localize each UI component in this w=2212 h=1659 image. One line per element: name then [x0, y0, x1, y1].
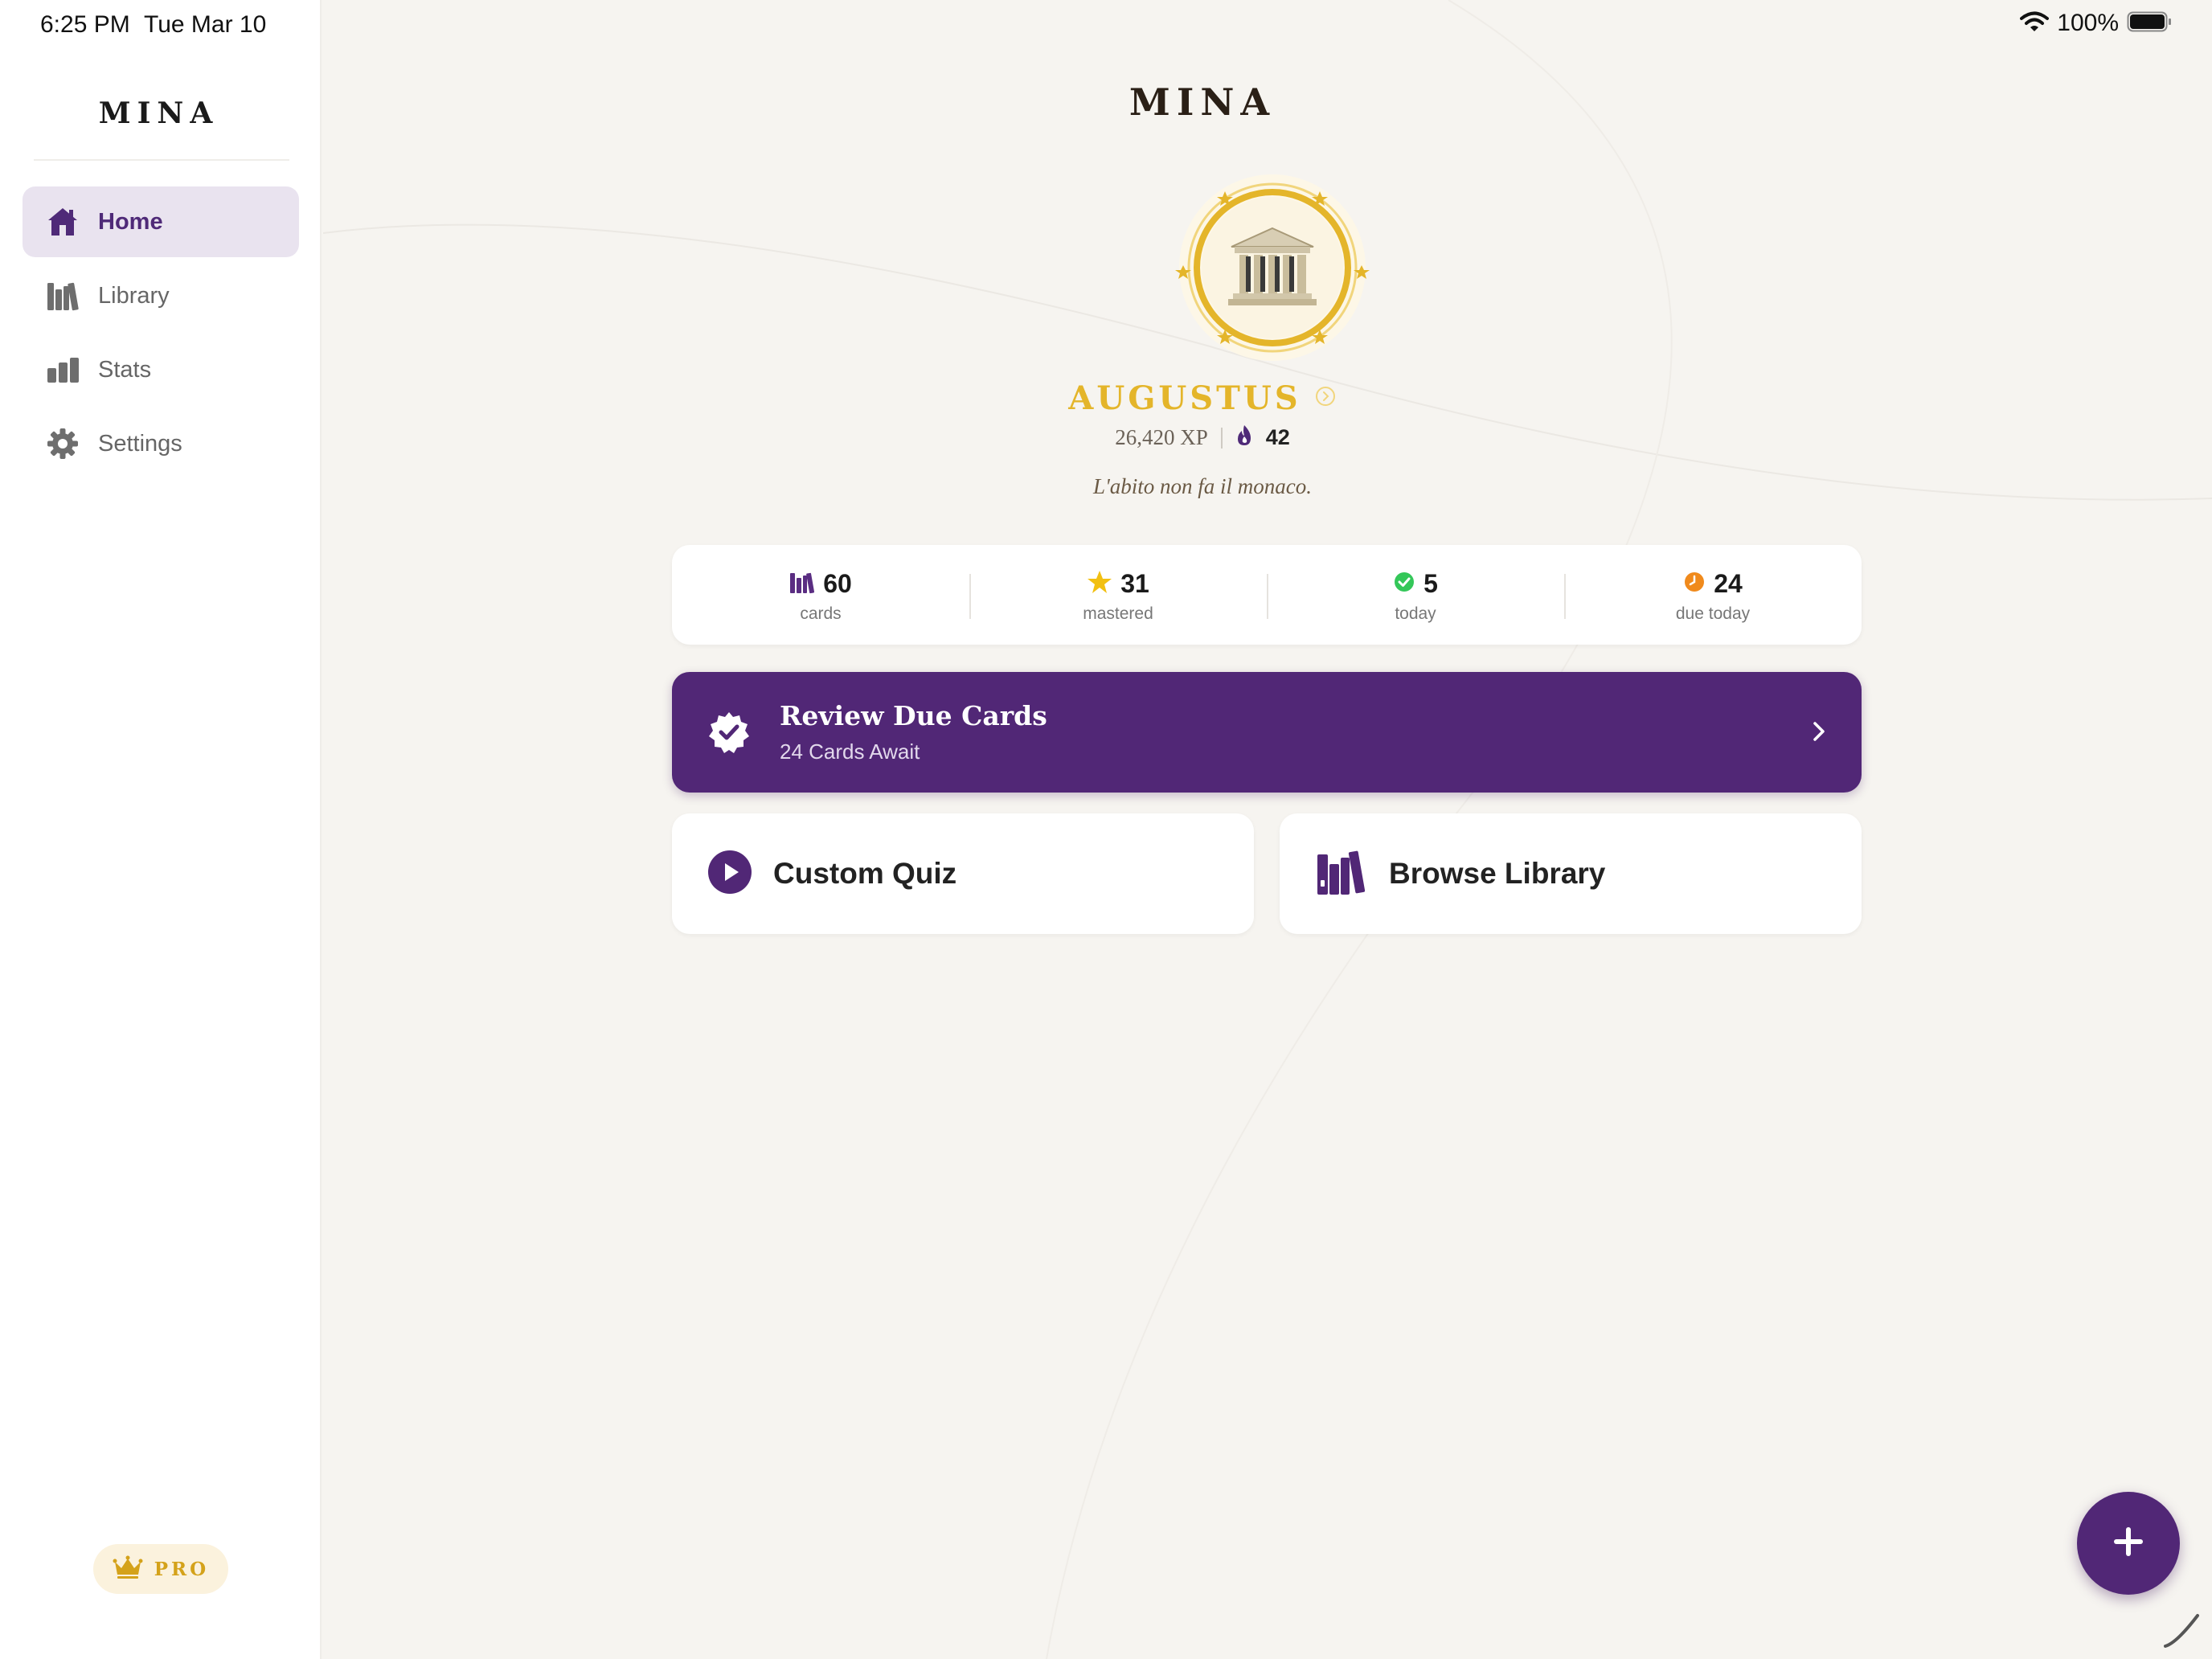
stat-mastered: 31 mastered: [969, 566, 1267, 624]
stat-value: 60: [823, 568, 852, 598]
rank-emblem[interactable]: [1175, 170, 1370, 365]
sidebar: MINA Home Library Stats Settings PRO: [0, 0, 322, 1659]
plus-icon: [2111, 1524, 2146, 1563]
stat-label: today: [1395, 604, 1436, 623]
add-button[interactable]: [2077, 1492, 2180, 1595]
custom-quiz-button[interactable]: Custom Quiz: [672, 813, 1254, 934]
status-time: 6:25 PM: [40, 11, 130, 38]
review-due-cards-button[interactable]: Review Due Cards 24 Cards Await: [672, 672, 1862, 793]
star-icon: [1087, 569, 1112, 599]
stat-value: 5: [1423, 568, 1438, 598]
stat-today: 5 today: [1267, 566, 1564, 624]
sidebar-item-label: Library: [98, 282, 170, 309]
app-screen: MINA Home Library Stats Settings PRO 6:2…: [0, 0, 2212, 1659]
check-circle-icon: [1393, 571, 1415, 597]
chevron-right-icon: [1810, 717, 1828, 750]
battery-percent: 100%: [2057, 10, 2119, 36]
books-icon: [1315, 848, 1368, 900]
stat-label: mastered: [1083, 604, 1153, 623]
chevron-circle-icon: [1314, 385, 1337, 412]
play-circle-icon: [707, 850, 752, 899]
sidebar-brand: MINA: [98, 96, 219, 130]
motto: L'abito non fa il monaco.: [1092, 474, 1313, 498]
rank-row[interactable]: AUGUSTUS: [961, 379, 1444, 417]
wifi-icon: [2020, 10, 2050, 37]
crown-icon: [113, 1555, 143, 1583]
browse-library-button[interactable]: Browse Library: [1280, 813, 1862, 934]
stat-due-today: 24 due today: [1564, 566, 1862, 624]
main-content: MINA AUGUSTUS 26,420 XP 42 L'abito non f…: [323, 0, 2212, 1659]
sidebar-item-label: Stats: [98, 356, 152, 383]
books-icon: [45, 278, 80, 313]
pro-badge[interactable]: PRO: [93, 1544, 228, 1594]
sidebar-divider: [34, 159, 289, 161]
stat-label: cards: [800, 604, 842, 623]
status-date: Tue Mar 10: [144, 11, 267, 38]
custom-quiz-label: Custom Quiz: [773, 857, 957, 890]
sidebar-item-home[interactable]: Home: [23, 186, 299, 257]
status-right: 100%: [2020, 10, 2172, 37]
sidebar-item-library[interactable]: Library: [23, 260, 299, 331]
pencil-hover-icon: [2164, 1614, 2199, 1648]
status-bar: 6:25 PM Tue Mar 10 100%: [0, 0, 2212, 53]
bar-chart-icon: [45, 352, 80, 387]
review-subtitle: 24 Cards Await: [780, 739, 920, 764]
sidebar-item-stats[interactable]: Stats: [23, 334, 299, 405]
books-icon: [789, 570, 815, 598]
rank-name: AUGUSTUS: [1068, 379, 1301, 417]
xp-value: 26,420 XP: [1115, 425, 1208, 449]
verified-badge-icon: [707, 711, 751, 754]
gear-icon: [45, 426, 80, 461]
sidebar-item-settings[interactable]: Settings: [23, 408, 299, 479]
pro-label: PRO: [154, 1558, 210, 1580]
page-title: MINA: [1129, 80, 1276, 124]
sidebar-item-label: Settings: [98, 430, 182, 457]
browse-library-label: Browse Library: [1389, 857, 1606, 890]
sidebar-nav: Home Library Stats Settings: [23, 186, 299, 482]
xp-separator: [1220, 427, 1223, 449]
xp-row: 26,420 XP 42: [961, 424, 1444, 451]
stat-cards: 60 cards: [672, 566, 969, 624]
review-title: Review Due Cards: [780, 700, 1047, 731]
stat-value: 31: [1120, 568, 1149, 598]
sidebar-item-label: Home: [98, 208, 163, 235]
stat-value: 24: [1714, 568, 1743, 598]
stat-label: due today: [1675, 604, 1751, 623]
house-icon: [45, 204, 80, 240]
clock-icon: [1683, 571, 1706, 597]
stats-card: 60 cards 31 mastered 5 today 24 due toda…: [672, 545, 1862, 645]
battery-icon: [2127, 11, 2172, 36]
flame-icon: [1235, 424, 1253, 451]
review-texts: Review Due Cards 24 Cards Await: [780, 700, 1047, 764]
streak-count: 42: [1265, 425, 1290, 449]
